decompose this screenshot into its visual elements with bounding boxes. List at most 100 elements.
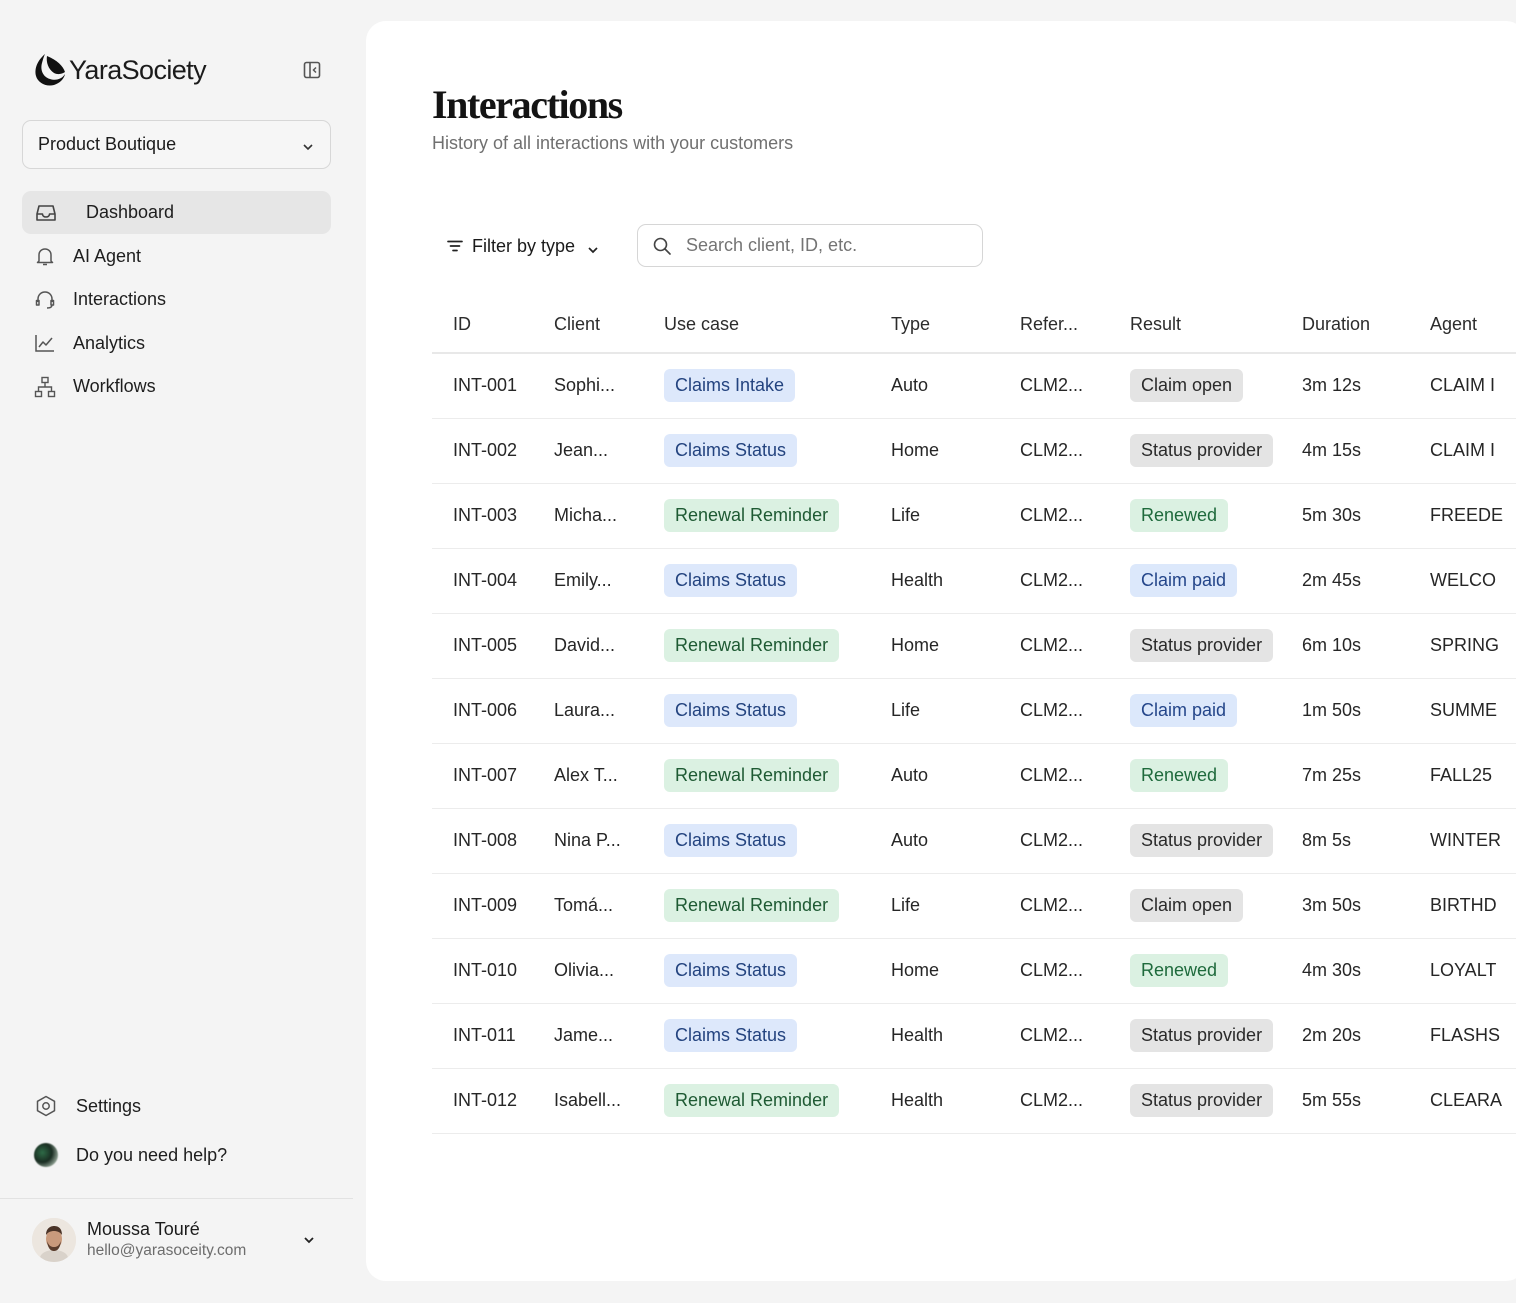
cell-text: INT-005 <box>453 635 518 655</box>
table-row[interactable]: INT-012 Isabell... Renewal Reminder Heal… <box>432 1068 1516 1134</box>
user-email: hello@yarasoceity.com <box>87 1242 247 1259</box>
use-case-badge: Claims Status <box>664 434 798 467</box>
table-row[interactable]: INT-003 Micha... Renewal Reminder Life C… <box>432 483 1516 549</box>
cell-text: Jean... <box>554 440 609 460</box>
interactions-table-container: ID Client Use case Type Refer... Result … <box>432 297 1516 1161</box>
sidebar-item-interactions[interactable]: Interactions <box>22 278 331 321</box>
cell-text: Auto <box>891 375 929 396</box>
cell-text: Micha... <box>554 505 618 525</box>
use-case-badge: Renewal Reminder <box>664 759 840 792</box>
column-header-agent[interactable]: Agent <box>1430 297 1516 354</box>
cell-text: Olivia... <box>554 960 615 980</box>
user-menu[interactable]: Moussa Touré hello@yarasoceity.com <box>32 1214 322 1266</box>
cell-agent: FLASHS <box>1430 1003 1516 1069</box>
result-badge: Status provider <box>1130 1084 1274 1117</box>
use-case-badge: Claims Status <box>664 824 798 857</box>
cell-duration: 3m 12s <box>1302 353 1430 419</box>
cell-text: 5m 30s <box>1302 505 1362 525</box>
table-row[interactable]: INT-009 Tomá... Renewal Reminder Life CL… <box>432 873 1516 939</box>
workflow-icon <box>33 375 57 399</box>
cell-result: Claim paid <box>1130 548 1302 614</box>
table-row[interactable]: INT-010 Olivia... Claims Status Home CLM… <box>432 938 1516 1004</box>
sidebar-item-dashboard[interactable]: Dashboard <box>22 191 331 234</box>
table-row[interactable]: INT-011 Jame... Claims Status Health CLM… <box>432 1003 1516 1069</box>
cell-text: 1m 50s <box>1302 700 1362 720</box>
cell-type: Life <box>891 873 1020 939</box>
cell-reference: CLM2... <box>1020 873 1130 939</box>
cell-text: Laura... <box>554 700 616 720</box>
column-header-duration[interactable]: Duration <box>1302 297 1430 354</box>
cell-text: INT-009 <box>453 895 518 915</box>
table-row[interactable]: INT-002 Jean... Claims Status Home CLM2.… <box>432 418 1516 484</box>
cell-id: INT-009 <box>432 873 554 939</box>
cell-reference: CLM2... <box>1020 418 1130 484</box>
cell-client: Laura... <box>554 678 664 744</box>
sidebar-item-workflows[interactable]: Workflows <box>22 365 331 408</box>
workspace-select[interactable]: Product Boutique <box>22 120 331 169</box>
cell-type: Auto <box>891 353 1020 419</box>
sidebar-item-label: Interactions <box>73 289 167 309</box>
sidebar-collapse-icon[interactable] <box>302 60 322 80</box>
filter-by-type-button[interactable]: Filter by type <box>446 233 599 259</box>
cell-reference: CLM2... <box>1020 548 1130 614</box>
cell-text: INT-007 <box>453 765 518 785</box>
sidebar-item-label: Analytics <box>73 332 146 353</box>
cell-reference: CLM2... <box>1020 613 1130 679</box>
cell-text: CLEARA <box>1430 1090 1503 1110</box>
cell-text: Tomá... <box>554 895 614 915</box>
result-badge: Status provider <box>1130 824 1274 857</box>
cell-id: INT-003 <box>432 483 554 549</box>
sidebar-item-label: Workflows <box>73 376 156 396</box>
search-input[interactable] <box>686 235 966 256</box>
column-header-id[interactable]: ID <box>432 297 554 354</box>
cell-type: Home <box>891 418 1020 484</box>
cell-text: CLM2... <box>1020 635 1084 655</box>
cell-duration: 2m 45s <box>1302 548 1430 614</box>
table-row[interactable]: INT-004 Emily... Claims Status Health CL… <box>432 548 1516 614</box>
table-row[interactable]: INT-007 Alex T... Renewal Reminder Auto … <box>432 743 1516 809</box>
cell-result: Claim paid <box>1130 678 1302 744</box>
cell-id: INT-004 <box>432 548 554 614</box>
table-row[interactable]: INT-001 Sophi... Claims Intake Auto CLM2… <box>432 353 1516 419</box>
cell-text: 8m 5s <box>1302 830 1352 850</box>
cell-result: Renewed <box>1130 483 1302 549</box>
table-row[interactable]: INT-006 Laura... Claims Status Life CLM2… <box>432 678 1516 744</box>
sidebar-item-ai-agent[interactable]: AI Agent <box>22 235 331 278</box>
cell-id: INT-002 <box>432 418 554 484</box>
cell-text: Life <box>891 700 921 720</box>
user-name: Moussa Touré <box>87 1219 200 1239</box>
table-row[interactable]: INT-005 David... Renewal Reminder Home C… <box>432 613 1516 679</box>
cell-id: INT-012 <box>432 1068 554 1134</box>
page-title: Interactions <box>432 82 623 127</box>
cell-client: Tomá... <box>554 873 664 939</box>
cell-text: WELCO <box>1430 570 1497 590</box>
column-header-reference[interactable]: Refer... <box>1020 297 1130 354</box>
cell-text: 5m 55s <box>1302 1090 1362 1110</box>
cell-client: David... <box>554 613 664 679</box>
cell-duration: 5m 55s <box>1302 1068 1430 1134</box>
cell-use-case: Claims Status <box>664 938 891 1004</box>
column-header-use-case[interactable]: Use case <box>664 297 891 354</box>
cell-agent: FALL25 <box>1430 743 1516 809</box>
column-header-client[interactable]: Client <box>554 297 664 354</box>
cell-agent: SPRING <box>1430 613 1516 679</box>
column-header-type[interactable]: Type <box>891 297 1020 354</box>
sidebar-item-analytics[interactable]: Analytics <box>22 322 331 365</box>
result-badge: Status provider <box>1130 434 1274 467</box>
cell-text: 2m 20s <box>1302 1025 1362 1045</box>
cell-text: LOYALT <box>1430 960 1497 980</box>
settings-link[interactable]: Settings <box>22 1085 331 1127</box>
help-avatar-icon <box>34 1143 58 1167</box>
cell-duration: 4m 30s <box>1302 938 1430 1004</box>
search-box[interactable] <box>637 224 983 267</box>
chevron-down-icon[interactable] <box>302 1233 316 1247</box>
use-case-badge: Claims Intake <box>664 369 796 403</box>
cell-text: WINTER <box>1430 830 1501 850</box>
column-header-result[interactable]: Result <box>1130 297 1302 354</box>
cell-text: CLM2... <box>1020 700 1084 720</box>
table-row[interactable]: INT-008 Nina P... Claims Status Auto CLM… <box>432 808 1516 874</box>
cell-client: Jean... <box>554 418 664 484</box>
help-link[interactable]: Do you need help? <box>22 1134 331 1176</box>
inbox-icon <box>34 201 58 225</box>
use-case-badge: Renewal Reminder <box>664 1084 840 1117</box>
